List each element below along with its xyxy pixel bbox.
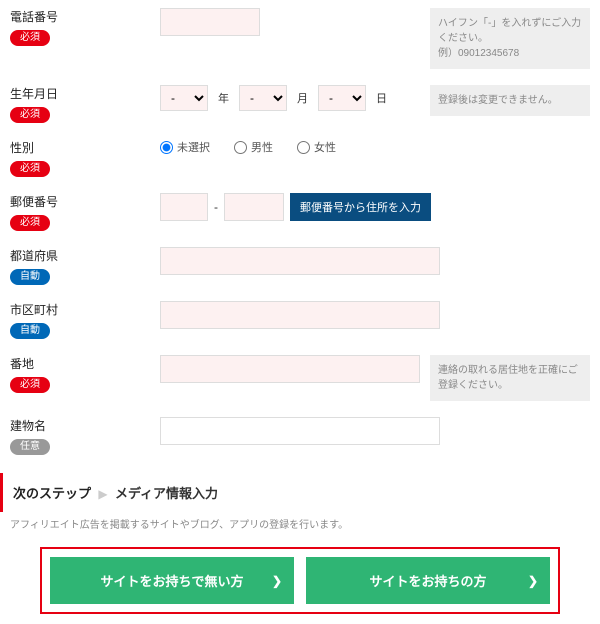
phone-input[interactable]	[160, 8, 260, 36]
cta-no-site-button[interactable]: サイトをお持ちで無い方 ❯	[50, 557, 294, 604]
postal-dash: -	[214, 200, 218, 214]
chevron-right-icon: ❯	[528, 574, 538, 588]
building-input[interactable]	[160, 417, 440, 445]
label-birth: 生年月日	[10, 85, 160, 102]
label-building: 建物名	[10, 417, 160, 434]
chevron-right-icon: ▶	[98, 487, 107, 501]
row-street: 番地 必須 連絡の取れる居住地を正確にご登録ください。	[0, 347, 600, 409]
postal-input-1[interactable]	[160, 193, 208, 221]
next-step-title: メディア情報入力	[115, 486, 218, 501]
city-input[interactable]	[160, 301, 440, 329]
row-pref: 都道府県 自動	[0, 239, 600, 293]
postal-input-2[interactable]	[224, 193, 284, 221]
birth-day-select[interactable]: -	[318, 85, 366, 111]
hint-street: 連絡の取れる居住地を正確にご登録ください。	[430, 355, 590, 401]
pref-input[interactable]	[160, 247, 440, 275]
label-phone: 電話番号	[10, 8, 160, 25]
postal-lookup-button[interactable]: 郵便番号から住所を入力	[290, 193, 431, 221]
gender-radio-unselected[interactable]: 未選択	[160, 139, 210, 155]
badge-required: 必須	[10, 161, 50, 177]
badge-required: 必須	[10, 107, 50, 123]
row-postal: 郵便番号 必須 - 郵便番号から住所を入力	[0, 185, 600, 239]
street-input[interactable]	[160, 355, 420, 383]
gender-radio-female[interactable]: 女性	[297, 139, 336, 155]
badge-required: 必須	[10, 30, 50, 46]
unit-year: 年	[218, 90, 229, 106]
hint-phone: ハイフン「-」を入れずにご入力ください。 例）09012345678	[430, 8, 590, 69]
row-city: 市区町村 自動	[0, 293, 600, 347]
next-step-label: 次のステップ	[13, 486, 91, 501]
label-gender: 性別	[10, 139, 160, 156]
next-step-desc: アフィリエイト広告を掲載するサイトやブログ、アプリの登録を行います。	[0, 512, 600, 541]
row-phone: 電話番号 必須 ハイフン「-」を入れずにご入力ください。 例）090123456…	[0, 0, 600, 77]
row-gender: 性別 必須 未選択 男性 女性	[0, 131, 600, 185]
birth-year-select[interactable]: -	[160, 85, 208, 111]
label-pref: 都道府県	[10, 247, 160, 264]
row-building: 建物名 任意	[0, 409, 600, 463]
hint-birth: 登録後は変更できません。	[430, 85, 590, 116]
cta-container: サイトをお持ちで無い方 ❯ サイトをお持ちの方 ❯	[40, 547, 560, 614]
badge-required: 必須	[10, 377, 50, 393]
next-step-header: 次のステップ ▶ メディア情報入力	[0, 473, 600, 512]
birth-month-select[interactable]: -	[239, 85, 287, 111]
badge-auto: 自動	[10, 269, 50, 285]
badge-required: 必須	[10, 215, 50, 231]
label-postal: 郵便番号	[10, 193, 160, 210]
label-city: 市区町村	[10, 301, 160, 318]
badge-optional: 任意	[10, 439, 50, 455]
unit-month: 月	[297, 90, 308, 106]
label-street: 番地	[10, 355, 160, 372]
badge-auto: 自動	[10, 323, 50, 339]
chevron-right-icon: ❯	[272, 574, 282, 588]
cta-has-site-button[interactable]: サイトをお持ちの方 ❯	[306, 557, 550, 604]
unit-day: 日	[376, 90, 387, 106]
gender-radio-male[interactable]: 男性	[234, 139, 273, 155]
row-birth: 生年月日 必須 - 年 - 月 - 日 登録後は変更できません。	[0, 77, 600, 131]
